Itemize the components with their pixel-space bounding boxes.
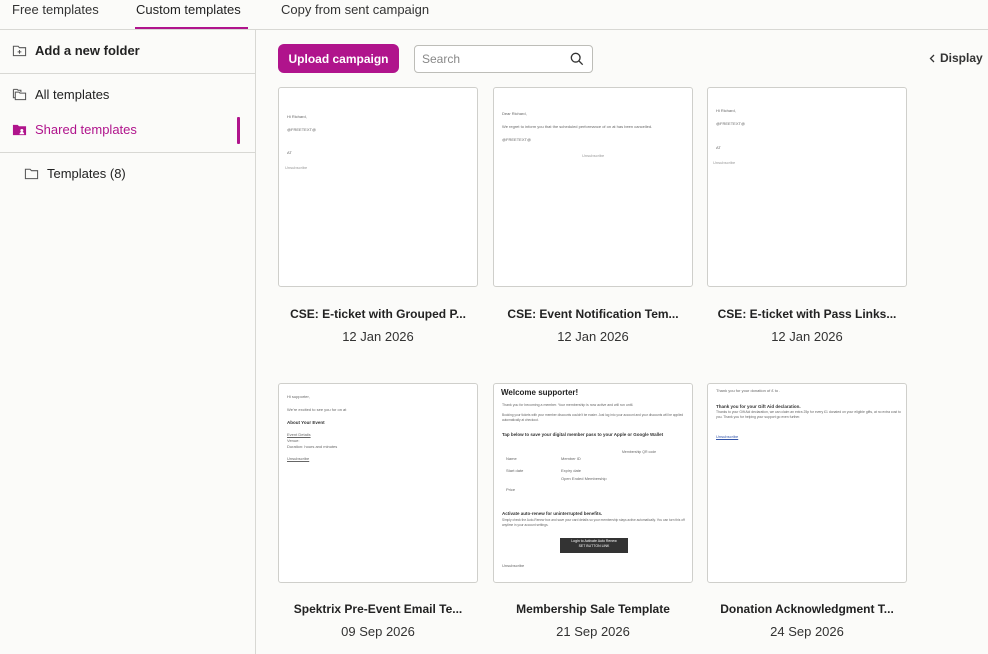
sidebar-item-all-templates[interactable]: All templates <box>12 87 109 102</box>
sidebar-item-label: Shared templates <box>35 122 137 137</box>
template-preview: Hi supporter, We're excited to see you f… <box>278 383 478 583</box>
preview-text: Open Ended Membership <box>561 476 607 481</box>
preview-button: Login to Activate Auto Renew SET BUTTON … <box>560 538 628 553</box>
preview-text: Venue: <box>287 438 300 443</box>
preview-text: Price <box>506 487 516 492</box>
template-tabs: Free templates Custom templates Copy fro… <box>0 0 988 30</box>
template-date: 09 Sep 2026 <box>341 624 415 639</box>
preview-text: Member ID <box>561 456 581 461</box>
preview-heading: Activate auto-renew for uninterrupted be… <box>502 511 603 516</box>
preview-text: Thank you for your donation of £ to . <box>716 388 781 393</box>
preview-text: @FREETEXT@ <box>287 127 317 132</box>
sidebar-folder-templates[interactable]: Templates (8) <box>24 166 126 181</box>
active-item-indicator <box>237 117 240 144</box>
sidebar-item-label: All templates <box>35 87 110 102</box>
add-folder-label: Add a new folder <box>35 43 140 58</box>
folders-icon <box>12 88 27 101</box>
preview-text: @FREETEXT@ <box>716 121 746 126</box>
preview-heading: Tap below to save your digital member pa… <box>502 432 664 437</box>
template-title: Spektrix Pre-Event Email Te... <box>293 602 463 616</box>
template-date: 12 Jan 2026 <box>557 329 629 344</box>
sidebar-divider <box>0 73 255 74</box>
preview-text: Thanks to your Gift Aid declaration, we … <box>716 410 901 419</box>
preview-text: Booking your tickets with your member di… <box>502 413 684 422</box>
upload-campaign-button[interactable]: Upload campaign <box>278 44 399 73</box>
preview-text: Event Details <box>287 432 311 437</box>
template-preview: Thank you for your donation of £ to . Th… <box>707 383 907 583</box>
add-folder-button[interactable]: Add a new folder <box>12 43 140 58</box>
chevron-left-icon <box>929 54 935 62</box>
preview-unsubscribe: Unsubscribe <box>287 456 310 461</box>
preview-text: We're excited to see you for on at <box>287 407 347 412</box>
preview-text: @FREETEXT@ <box>502 137 532 142</box>
template-date: 24 Sep 2026 <box>770 624 844 639</box>
preview-text: Expiry date <box>561 468 582 473</box>
active-tab-indicator <box>135 27 248 29</box>
display-label: Display <box>940 51 983 65</box>
template-title: Membership Sale Template <box>516 602 670 616</box>
folder-label: Templates (8) <box>47 166 126 181</box>
preview-heading: About Your Event <box>287 420 325 425</box>
shared-folder-icon <box>12 124 27 136</box>
search-icon[interactable] <box>570 52 584 66</box>
folder-icon <box>24 168 39 180</box>
template-preview: Hi Richard, @FREETEXT@ AT Unsubscribe <box>278 87 478 287</box>
preview-unsubscribe: Unsubscribe <box>502 563 525 568</box>
preview-unsubscribe: Unsubscribe <box>582 153 605 158</box>
preview-text: Simply check the Auto-Renew box and save… <box>502 518 685 527</box>
template-title: CSE: E-ticket with Grouped P... <box>290 307 466 321</box>
template-title: Donation Acknowledgment T... <box>720 602 894 616</box>
preview-text: Hi Richard, <box>716 108 736 113</box>
preview-text: Hi Richard, <box>287 114 307 119</box>
template-title: CSE: E-ticket with Pass Links... <box>717 307 897 321</box>
preview-text: AT <box>716 145 721 150</box>
tab-free-templates[interactable]: Free templates <box>12 2 99 17</box>
preview-unsubscribe: Unsubscribe <box>285 165 308 170</box>
template-title: CSE: Event Notification Tem... <box>507 307 679 321</box>
template-date: 21 Sep 2026 <box>556 624 630 639</box>
preview-unsubscribe: Unsubscribe <box>716 434 739 439</box>
preview-heading: Welcome supporter! <box>501 388 579 397</box>
preview-text: Thank you for becoming a member. Your me… <box>502 403 634 407</box>
template-date: 12 Jan 2026 <box>342 329 414 344</box>
search-box <box>414 45 593 73</box>
template-preview: Welcome supporter! Thank you for becomin… <box>493 383 693 583</box>
preview-button-label: SET BUTTON LINK <box>578 544 610 548</box>
template-date: 12 Jan 2026 <box>771 329 843 344</box>
preview-text: Start date <box>506 468 524 473</box>
preview-heading: Thank you for your Gift Aid declaration. <box>716 404 801 409</box>
sidebar-divider <box>0 152 255 153</box>
sidebar: Add a new folder All templates Shared te… <box>0 30 256 654</box>
preview-text: Duration: hours and minutes <box>287 444 338 449</box>
preview-text: We regret to inform you that the schedul… <box>502 124 653 129</box>
add-folder-icon <box>12 45 27 57</box>
preview-text: Hi supporter, <box>287 394 310 399</box>
sidebar-item-shared-templates[interactable]: Shared templates <box>12 122 137 137</box>
display-toggle[interactable]: Display <box>929 51 983 65</box>
tab-copy-from-sent-campaign[interactable]: Copy from sent campaign <box>281 2 429 17</box>
preview-text: Name <box>506 456 517 461</box>
search-input[interactable] <box>422 50 562 68</box>
preview-image-alt: Membership QR code <box>622 450 657 454</box>
template-preview: Dear Richard, We regret to inform you th… <box>493 87 693 287</box>
preview-unsubscribe: Unsubscribe <box>713 160 736 165</box>
tab-custom-templates[interactable]: Custom templates <box>136 2 241 17</box>
preview-text: Dear Richard, <box>502 111 527 116</box>
preview-text: AT <box>287 150 292 155</box>
template-preview: Hi Richard, @FREETEXT@ AT Unsubscribe <box>707 87 907 287</box>
